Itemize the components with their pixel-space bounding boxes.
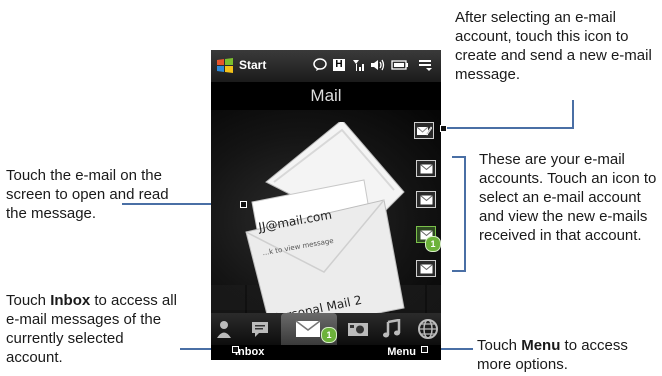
- music-icon: [383, 319, 401, 338]
- leader-compose-h: [445, 127, 574, 129]
- mail-account-1[interactable]: [416, 160, 436, 177]
- callout-inbox-pre: Touch: [6, 292, 51, 309]
- leader-compose-v: [572, 100, 574, 128]
- email-envelope[interactable]: JJ@mail.com ...k to view message Persona…: [244, 119, 414, 335]
- start-label[interactable]: Start: [239, 58, 266, 72]
- callout-menu: Touch Menu to access more options.: [477, 336, 657, 374]
- messaging-icon: [252, 322, 268, 337]
- callout-compose: After selecting an e-mail account, touch…: [455, 9, 652, 83]
- anchor-dot-inbox: [232, 346, 239, 353]
- menu-arrow-icon[interactable]: [418, 58, 434, 72]
- tab-bar: 1: [211, 313, 441, 345]
- mail-account-icon: [419, 263, 433, 273]
- callout-menu-bold: Menu: [521, 337, 561, 354]
- compose-icon: [416, 126, 432, 135]
- volume-icon: [371, 59, 385, 71]
- people-icon: [217, 321, 231, 338]
- signal-icon: [353, 60, 364, 71]
- anchor-dot-compose: [440, 125, 447, 132]
- tab-internet[interactable]: [413, 317, 441, 341]
- mail-account-icon: [419, 194, 433, 204]
- account-unread-badge: 1: [425, 236, 441, 252]
- leader-accounts-v: [464, 156, 466, 272]
- status-bar: Start H: [211, 50, 441, 82]
- mail-account-2[interactable]: [416, 191, 436, 208]
- internet-icon: [418, 319, 438, 339]
- mail-account-icon: [419, 163, 433, 173]
- softkey-bar: Inbox Menu: [211, 345, 441, 360]
- tab-music[interactable]: [377, 317, 407, 341]
- callout-accounts: These are your e-mail accounts. Touch an…: [479, 151, 657, 244]
- callout-open-email: Touch the e-mail on the screen to open a…: [6, 167, 169, 222]
- tab-people[interactable]: [211, 317, 241, 341]
- chat-icon: [313, 58, 327, 71]
- anchor-dot-email: [240, 201, 247, 208]
- compose-email-button[interactable]: [414, 122, 434, 139]
- inbox-softkey[interactable]: Inbox: [235, 346, 264, 358]
- callout-inbox: Touch Inbox to access all e-mail message…: [6, 291, 184, 367]
- photos-icon: [348, 323, 368, 336]
- mail-tab-unread-badge: 1: [321, 327, 337, 343]
- h-network-icon: H: [333, 59, 345, 71]
- callout-menu-pre: Touch: [477, 337, 522, 354]
- anchor-dot-menu: [421, 346, 428, 353]
- mail-title: Mail: [310, 86, 342, 105]
- menu-softkey[interactable]: Menu: [387, 346, 416, 358]
- callout-inbox-bold: Inbox: [50, 292, 91, 309]
- tab-messaging[interactable]: [245, 317, 275, 341]
- mail-icon: [295, 320, 321, 337]
- tab-photos[interactable]: [343, 317, 373, 341]
- leader-accounts-bottom: [452, 270, 466, 272]
- leader-accounts-top: [452, 156, 466, 158]
- windows-start-icon[interactable]: [216, 57, 234, 75]
- battery-icon: [391, 60, 408, 70]
- mail-account-4[interactable]: [416, 260, 436, 277]
